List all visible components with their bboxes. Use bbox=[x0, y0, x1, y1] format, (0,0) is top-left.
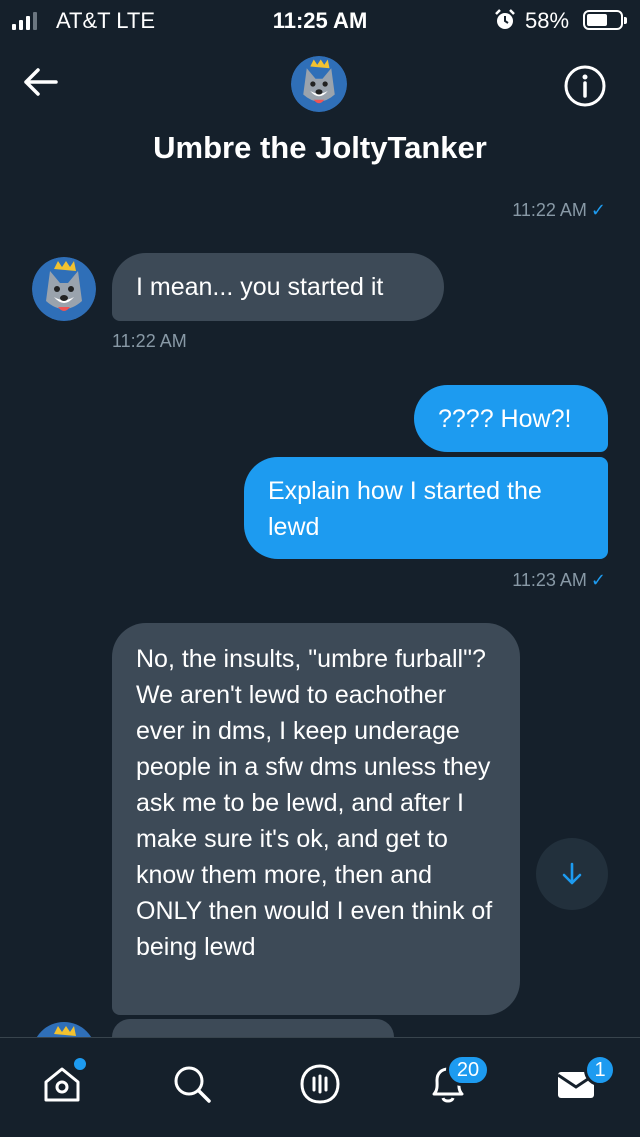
contact-avatar[interactable] bbox=[32, 257, 96, 321]
incoming-message-partial[interactable] bbox=[112, 1019, 394, 1037]
battery-icon bbox=[583, 10, 627, 30]
header-avatar[interactable] bbox=[291, 56, 347, 112]
incoming-message[interactable]: No, the insults, "umbre furball"? We are… bbox=[112, 623, 520, 1015]
search-icon bbox=[174, 1066, 211, 1103]
message-timestamp: 11:23 AM ✓ bbox=[512, 570, 606, 591]
timestamp-text: 11:22 AM bbox=[512, 200, 587, 220]
outgoing-message[interactable]: Explain how I started the lewd bbox=[244, 457, 608, 559]
wolf-avatar-icon bbox=[36, 1022, 92, 1037]
notification-badge: 20 bbox=[446, 1054, 490, 1086]
wolf-avatar-icon bbox=[291, 56, 347, 112]
contact-avatar[interactable] bbox=[32, 1022, 96, 1037]
tab-home[interactable] bbox=[38, 1056, 88, 1108]
message-timestamp: 11:22 AM bbox=[112, 331, 187, 351]
spaces-icon bbox=[300, 1064, 340, 1104]
status-bar: AT&T LTE 11:25 AM 58% bbox=[0, 0, 640, 40]
messages-badge: 1 bbox=[584, 1054, 616, 1086]
battery-percent: 58% bbox=[525, 8, 570, 33]
read-check-icon: ✓ bbox=[590, 570, 606, 590]
incoming-message[interactable]: I mean... you started it bbox=[112, 253, 444, 321]
info-icon[interactable] bbox=[563, 64, 607, 108]
alarm-icon bbox=[495, 9, 515, 29]
read-check-icon: ✓ bbox=[590, 200, 606, 220]
tab-spaces[interactable] bbox=[296, 1060, 344, 1108]
scroll-to-bottom-button[interactable] bbox=[536, 838, 608, 910]
tab-search[interactable] bbox=[168, 1060, 216, 1108]
arrow-down-icon bbox=[562, 862, 582, 885]
tab-notifications[interactable]: 20 bbox=[424, 1054, 490, 1108]
outgoing-message[interactable]: ???? How?! bbox=[414, 385, 608, 452]
back-arrow-icon[interactable] bbox=[20, 62, 60, 102]
timestamp-text: 11:23 AM bbox=[512, 570, 587, 590]
conversation-title: Umbre the JoltyTanker bbox=[153, 130, 487, 165]
unread-dot bbox=[72, 1056, 88, 1072]
tab-messages[interactable]: 1 bbox=[552, 1054, 616, 1108]
wolf-avatar-icon bbox=[32, 257, 96, 321]
message-timestamp: 11:22 AM ✓ bbox=[512, 200, 606, 221]
